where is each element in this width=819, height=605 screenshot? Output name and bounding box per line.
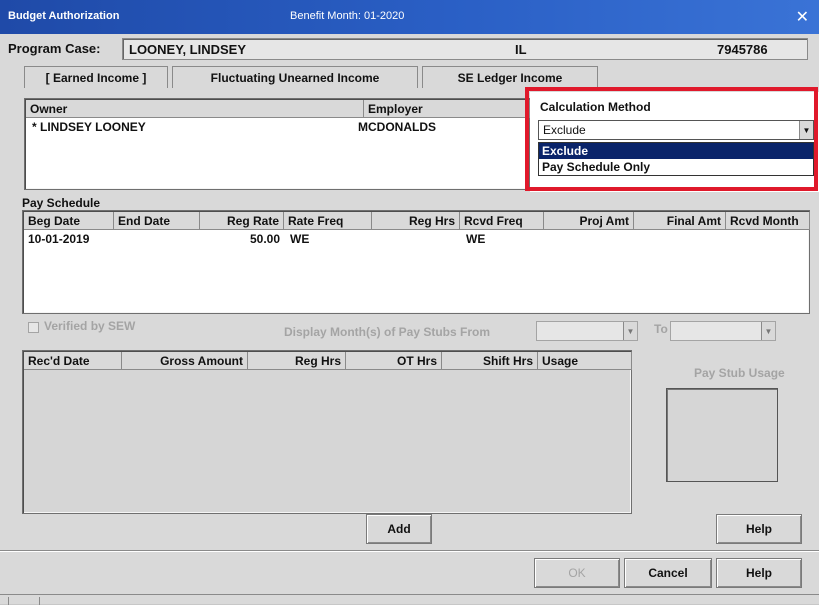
tab-se-ledger-income[interactable]: SE Ledger Income — [422, 66, 598, 88]
beg-date-cell: 10-01-2019 — [28, 232, 90, 246]
table-row[interactable]: * LINDSEY LOONEY MCDONALDS — [26, 119, 530, 137]
program-case-label: Program Case: — [8, 41, 101, 56]
col-end-date[interactable]: End Date — [114, 212, 200, 230]
owner-header[interactable]: Owner — [26, 100, 364, 118]
case-number: 7945786 — [717, 42, 768, 57]
reg-rate-cell: 50.00 — [250, 232, 281, 246]
cancel-button[interactable]: Cancel — [624, 558, 712, 588]
dialog-body: Program Case: LOONEY, LINDSEY IL 7945786… — [0, 34, 819, 605]
owner-cell: * LINDSEY LOONEY — [32, 120, 146, 134]
program-case-field: LOONEY, LINDSEY IL 7945786 — [122, 38, 808, 60]
employer-header[interactable]: Employer — [364, 100, 530, 118]
pay-stub-usage-box — [666, 388, 778, 482]
col-shift-hrs[interactable]: Shift Hrs — [442, 352, 538, 370]
ok-button[interactable]: OK — [534, 558, 620, 588]
chevron-down-icon[interactable]: ▼ — [761, 322, 775, 340]
highlight-box — [525, 87, 818, 191]
close-icon[interactable]: ✕ — [796, 7, 809, 27]
display-months-label: Display Month(s) of Pay Stubs From — [284, 325, 491, 339]
col-gross-amount[interactable]: Gross Amount — [122, 352, 248, 370]
from-month-select[interactable]: ▼ — [536, 321, 638, 341]
col-final-amt[interactable]: Final Amt — [634, 212, 726, 230]
pay-stub-usage-label: Pay Stub Usage — [694, 366, 785, 380]
col-ot-hrs[interactable]: OT Hrs — [346, 352, 442, 370]
to-month-select[interactable]: ▼ — [670, 321, 776, 341]
tab-se-ledger-label: SE Ledger Income — [457, 70, 563, 85]
divider — [0, 550, 819, 552]
pay-schedule-table: Beg Date End Date Reg Rate Rate Freq Reg… — [22, 210, 810, 314]
help-button-inner[interactable]: Help — [716, 514, 802, 544]
tab-earned-income-label: [ Earned Income ] — [45, 70, 147, 85]
tab-earned-income[interactable]: [ Earned Income ] — [24, 66, 168, 88]
status-strip — [0, 594, 819, 605]
chevron-down-icon[interactable]: ▼ — [623, 322, 637, 340]
tab-fluctuating-label: Fluctuating Unearned Income — [210, 70, 380, 85]
col-beg-date[interactable]: Beg Date — [24, 212, 114, 230]
window-title: Budget Authorization — [8, 10, 120, 22]
add-button[interactable]: Add — [366, 514, 432, 544]
col-reg-rate[interactable]: Reg Rate — [200, 212, 284, 230]
title-bar: Budget Authorization Benefit Month: 01-2… — [0, 0, 819, 34]
col-recd-date[interactable]: Rec'd Date — [24, 352, 122, 370]
col-rcvd-freq[interactable]: Rcvd Freq — [460, 212, 544, 230]
pay-stub-table: Rec'd Date Gross Amount Reg Hrs OT Hrs S… — [22, 350, 632, 514]
owner-table: Owner Employer * LINDSEY LOONEY MCDONALD… — [24, 98, 530, 190]
col-proj-amt[interactable]: Proj Amt — [544, 212, 634, 230]
help-button[interactable]: Help — [716, 558, 802, 588]
rcvd-freq-cell: WE — [466, 232, 486, 246]
case-state: IL — [515, 42, 527, 57]
tab-fluctuating-unearned-income[interactable]: Fluctuating Unearned Income — [172, 66, 418, 88]
col-reg-hrs[interactable]: Reg Hrs — [372, 212, 460, 230]
employer-cell: MCDONALDS — [358, 120, 436, 134]
verified-label: Verified by SEW — [44, 319, 136, 333]
table-row[interactable]: 10-01-2019 50.00 WE WE — [24, 231, 810, 249]
rate-freq-cell: WE — [290, 232, 310, 246]
benefit-month: Benefit Month: 01-2020 — [290, 10, 405, 22]
col-usage[interactable]: Usage — [538, 352, 632, 370]
col-reg-hrs[interactable]: Reg Hrs — [248, 352, 346, 370]
to-label: To — [654, 322, 668, 336]
col-rcvd-month[interactable]: Rcvd Month — [726, 212, 810, 230]
verified-checkbox[interactable] — [28, 322, 39, 333]
case-name: LOONEY, LINDSEY — [129, 42, 247, 57]
col-rate-freq[interactable]: Rate Freq — [284, 212, 372, 230]
pay-schedule-label: Pay Schedule — [22, 196, 101, 210]
